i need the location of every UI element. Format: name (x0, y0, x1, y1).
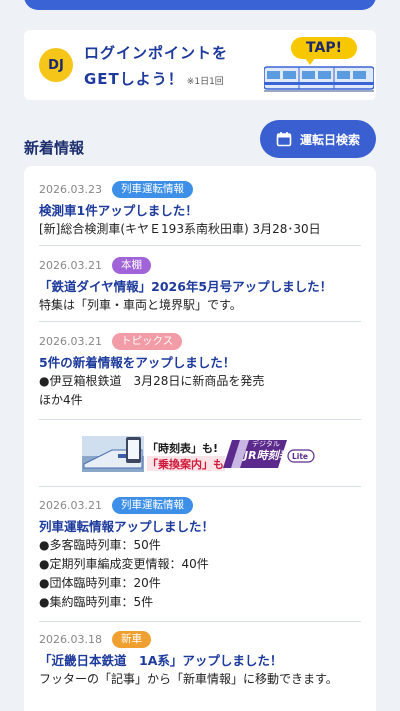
calendar-icon (276, 132, 292, 147)
news-list-card: 2026.03.23 列車運転情報 検測車1件アップしました！ [新]総合検測車… (24, 166, 376, 711)
news-item[interactable]: 2026.03.21 本棚 「鉄道ダイヤ情報」2026年5月号アップしました！ … (39, 256, 361, 322)
news-item[interactable]: 2026.03.23 列車運転情報 検測車1件アップしました！ [新]総合検測車… (39, 180, 361, 246)
ad-text-timetable: 「時刻表」も! (147, 441, 218, 455)
news-date: 2026.03.21 (39, 334, 102, 348)
news-item[interactable]: 2026.03.21 トピックス 5件の新着情報をアップしました！ ●伊豆箱根鉄… (39, 332, 361, 420)
news-date: 2026.03.21 (39, 258, 102, 272)
top-bar (24, 0, 376, 10)
news-tag: 新車 (111, 630, 151, 648)
news-item[interactable]: 2026.03.18 新車 「近畿日本鉄道 1A系」アップしました！ フッターの… (39, 630, 361, 696)
news-body-line: 特集は「列車・車両と境界駅」です。 (39, 298, 242, 312)
news-headline: 5件の新着情報をアップしました！ (39, 355, 236, 370)
login-banner-line1: ログインポイントを (84, 44, 229, 62)
news-headline: 「近畿日本鉄道 1A系」アップしました！ (39, 653, 283, 668)
news-tag: 列車運転情報 (111, 496, 193, 514)
news-date: 2026.03.18 (39, 632, 102, 646)
news-body-line: ●伊豆箱根鉄道 3月28日に新商品を発売 (39, 374, 265, 388)
ad-text-transfer: 「乗換案内」も! (147, 457, 229, 471)
date-search-label: 運転日検索 (299, 132, 360, 147)
news-body-line: ほか4件 (39, 393, 83, 407)
date-search-button[interactable]: 運転日検索 (260, 120, 376, 158)
digital-jr-timetable-ad-banner[interactable]: 「時刻表」も! 「乗換案内」も! デジタル JR時刻表 Lite (82, 434, 318, 474)
login-banner-line2-text: GETしよう！ (84, 70, 184, 88)
news-body-line: ●定期列車編成変更情報：40件 (39, 557, 209, 571)
login-point-banner[interactable]: DJ ログインポイントを GETしよう！ ※1日1回 TAP! (24, 30, 376, 100)
login-banner-line2: GETしよう！ ※1日1回 (84, 68, 224, 89)
news-headline: 検測車1件アップしました！ (39, 203, 198, 218)
news-body-line: [新]総合検測車(キヤＥ193系南秋田車) 3月28･30日 (39, 222, 321, 236)
news-body-line: ●多客臨時列車：50件 (39, 538, 161, 552)
divider (39, 486, 361, 487)
news-tag: トピックス (111, 332, 183, 350)
dj-logo-icon: DJ (39, 48, 73, 82)
login-banner-note: ※1日1回 (186, 77, 224, 87)
news-date: 2026.03.23 (39, 182, 102, 196)
ad-brand: JR時刻表 (242, 449, 292, 462)
ad-brand-tag: Lite (292, 452, 308, 461)
train-icon (264, 66, 374, 92)
tap-bubble: TAP! (291, 37, 357, 65)
news-date: 2026.03.21 (39, 498, 102, 512)
ad-brand-small: デジタル (252, 439, 280, 448)
news-body-line: ●団体臨時列車：20件 (39, 576, 161, 590)
news-tag: 列車運転情報 (111, 180, 193, 198)
news-section-title: 新着情報 (24, 139, 85, 157)
news-headline: 列車運転情報アップしました！ (39, 519, 215, 534)
news-tag: 本棚 (111, 256, 151, 274)
news-body-line: ●集約臨時列車：5件 (39, 595, 154, 609)
news-headline: 「鉄道ダイヤ情報」2026年5月号アップしました！ (39, 279, 333, 294)
news-item[interactable]: 2026.03.21 列車運転情報 列車運転情報アップしました！ ●多客臨時列車… (39, 496, 361, 622)
news-body-line: フッターの「記事」から「新車情報」に移動できます。 (39, 672, 338, 686)
